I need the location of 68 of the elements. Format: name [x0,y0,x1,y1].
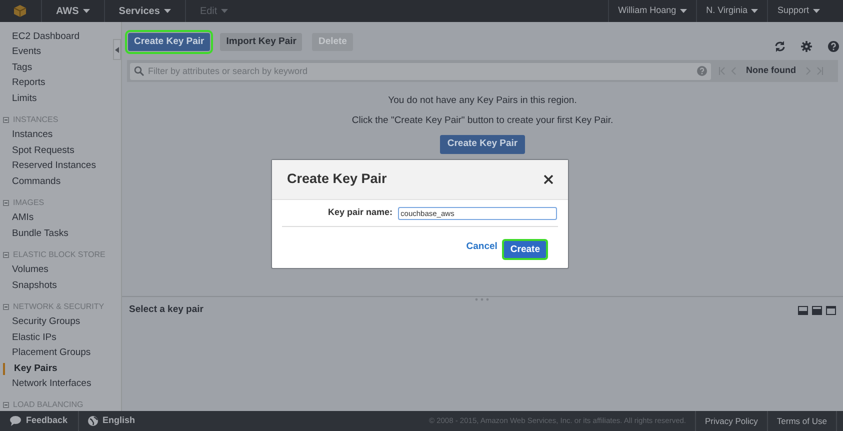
create-key-pair-button[interactable]: Create Key Pair [440,135,525,154]
create-button[interactable]: Create [504,241,546,258]
layout-icon[interactable] [826,306,836,315]
collapse-icon[interactable] [3,200,9,206]
account-menu[interactable]: William Hoang [618,4,688,18]
details-title: Select a key pair [129,303,204,317]
empty-message: You do not have any Key Pairs in this region. [388,94,577,108]
sidebar-toggle[interactable] [113,39,121,60]
caret-icon [813,9,820,13]
sidebar-item[interactable]: Limits [0,92,37,106]
sidebar-item[interactable]: Reserved Instances [0,159,96,174]
nav-menu[interactable]: Services [118,4,171,18]
sidebar-item[interactable]: Network Interfaces [0,377,92,392]
section-header: INSTANCES [13,114,58,126]
collapse-icon[interactable] [3,252,9,258]
collapse-icon[interactable] [3,402,9,408]
caret-left-icon [115,46,119,52]
speech-bubble-icon [10,416,21,426]
globe-icon [88,416,98,426]
close-icon[interactable] [544,175,553,184]
caret-icon [751,9,758,13]
layout-icon[interactable] [812,306,822,315]
toolbar-button[interactable]: Create Key Pair [128,33,210,52]
toolbar-button[interactable]: Import Key Pair [220,33,302,52]
account-menu[interactable]: N. Virginia [706,4,758,18]
sidebar-item[interactable]: Volumes [0,263,48,278]
sidebar-item[interactable]: Commands [0,174,61,189]
empty-message: Click the "Create Key Pair" button to create your first Key Pair. [352,114,614,128]
footer-link[interactable]: Terms of Use [776,414,827,428]
section-header: NETWORK & SECURITY [13,300,104,313]
search-field[interactable]: Filter by attributes or search by keyword [130,62,711,80]
refresh-icon[interactable] [774,40,786,52]
language-selector[interactable]: English [102,414,136,428]
field-label: Key pair name: [328,206,393,220]
collapse-icon[interactable] [3,116,9,123]
layout-icon[interactable] [798,306,808,315]
caret-icon [164,9,171,13]
account-menu[interactable]: Support [777,4,820,18]
collapse-icon[interactable] [3,304,9,310]
sidebar-item[interactable]: Security Groups [0,315,80,330]
caret-icon [221,9,228,13]
sidebar-item[interactable]: Instances [0,128,53,142]
sidebar-item[interactable]: Key Pairs [0,362,58,376]
search-icon [134,66,144,76]
section-header: LOAD BALANCING [13,399,84,412]
sidebar-item[interactable]: Events [0,45,42,60]
sidebar-item[interactable]: AMIs [0,211,34,226]
sidebar-item[interactable]: Tags [0,60,32,75]
caret-icon [680,9,688,13]
sidebar-item[interactable]: Bundle Tasks [0,226,68,241]
sidebar-item[interactable]: Snapshots [0,278,57,293]
sidebar-item[interactable]: Spot Requests [0,144,74,158]
section-header: ELASTIC BLOCK STORE [13,248,106,261]
sidebar-item[interactable]: Elastic IPs [0,330,56,345]
sidebar-item[interactable]: Reports [0,76,46,90]
help-icon[interactable] [828,40,839,52]
section-header: IMAGES [13,196,44,209]
cancel-link[interactable]: Cancel [466,240,498,255]
footer-link[interactable]: Privacy Policy [705,414,758,428]
pagination-status: None found [746,64,796,78]
sidebar-item[interactable]: Placement Groups [0,346,91,360]
caret-icon [82,9,90,13]
settings-icon[interactable] [801,40,812,52]
feedback-link[interactable]: Feedback [26,414,68,428]
cube-logo-icon [13,4,27,18]
nav-menu[interactable]: AWS [56,4,90,18]
dialog-title: Create Key Pair [287,170,387,188]
sidebar-item[interactable]: EC2 Dashboard [0,30,80,44]
